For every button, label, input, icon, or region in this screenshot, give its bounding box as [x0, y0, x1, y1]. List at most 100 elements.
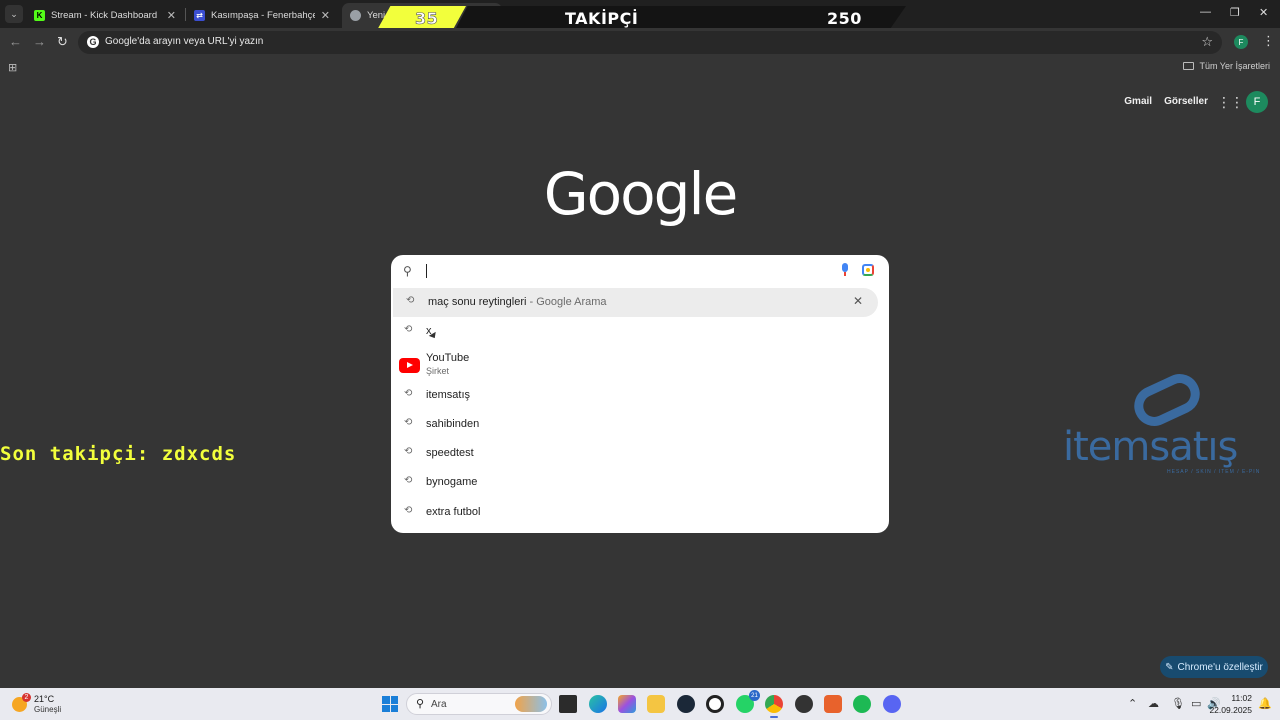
brand-wordmark: itemsatış [1063, 424, 1238, 470]
brand-tagline: HESAP / SKIN / ITEM / E-PIN [1167, 469, 1261, 475]
images-link[interactable]: Görseller [1164, 96, 1208, 107]
temperature: 21°C [34, 694, 55, 704]
tab-title: Kasımpaşa - Fenerbahçe canlı skor [211, 10, 315, 21]
taskbar-search-placeholder: Ara [431, 699, 447, 710]
minimize-button[interactable]: — [1200, 6, 1211, 18]
chrome-icon [350, 10, 361, 21]
suggestion-item-youtube[interactable]: YouTube Şirket [391, 346, 889, 379]
tab-kick-dashboard[interactable]: K Stream - Kick Dashboard ✕ [26, 3, 184, 28]
chevron-down-icon: ⌄ [10, 8, 18, 19]
suggestion-item[interactable]: ⟲ itemsatış [391, 381, 889, 410]
weather-condition: Güneşli [34, 705, 62, 714]
show-hidden-icons[interactable]: ⌃ [1128, 697, 1137, 710]
search-input[interactable]: ⚲ [391, 255, 889, 287]
tab-search-button[interactable]: ⌄ [5, 5, 23, 23]
taskbar-search[interactable]: ⚲ Ara [406, 693, 552, 715]
suggestion-text: bynogame [426, 476, 478, 488]
app-a-icon[interactable] [824, 695, 842, 713]
search-highlight-icon [515, 696, 547, 712]
window-close-button[interactable]: ✕ [1259, 6, 1268, 19]
match-icon: ⇄ [194, 10, 205, 21]
search-icon: ⚲ [416, 698, 425, 710]
history-icon: ⟲ [404, 475, 413, 486]
tab-kasimpasa-fenerbahce[interactable]: ⇄ Kasımpaşa - Fenerbahçe canlı skor ✕ [186, 3, 338, 28]
suggestion-item[interactable]: ⟲ speedtest [391, 439, 889, 468]
suggestion-text: maç sonu reytingleri [428, 296, 527, 308]
suggestion-text: speedtest [426, 447, 474, 459]
follower-count: 35 [415, 9, 439, 29]
restore-button[interactable]: ❐ [1230, 6, 1240, 19]
clock-time: 11:02 [1231, 693, 1252, 703]
close-icon[interactable]: ✕ [167, 9, 176, 22]
microphone-icon[interactable]: 🎙 [1171, 697, 1185, 710]
close-icon[interactable]: ✕ [321, 9, 330, 22]
tab-title: Stream - Kick Dashboard [51, 10, 158, 21]
youtube-icon [399, 358, 420, 373]
gmail-link[interactable]: Gmail [1124, 96, 1152, 107]
suggestion-text: YouTube [426, 352, 470, 364]
search-icon: ⚲ [403, 264, 412, 278]
profile-avatar-small[interactable]: F [1234, 35, 1248, 49]
reload-icon[interactable]: ↻ [57, 34, 68, 50]
google-lens-icon[interactable] [862, 264, 874, 276]
obs-icon[interactable] [706, 695, 724, 713]
suggestion-item[interactable]: ⟲ sahibinden [391, 410, 889, 439]
profile-avatar[interactable]: F [1246, 91, 1268, 113]
suggestion-item[interactable]: ⟲ maç sonu reytingleri - Google Arama ✕ [393, 288, 878, 341]
suggestion-text: x [426, 325, 432, 337]
address-placeholder: Google'da arayın veya URL'yi yazın [105, 36, 264, 47]
task-view-icon[interactable] [559, 695, 577, 713]
system-clock[interactable]: 11:02 22.09.2025 [1209, 692, 1252, 716]
clock-date: 22.09.2025 [1209, 705, 1252, 715]
history-icon: ⟲ [404, 505, 413, 516]
suggestion-subtitle: Şirket [426, 366, 450, 376]
itemsatis-logo: itemsatış HESAP / SKIN / ITEM / E-PIN [1063, 367, 1273, 476]
customize-chrome-button[interactable]: ✎ Chrome'u özelleştir [1160, 656, 1268, 678]
notification-bell-icon[interactable]: 🔔 [1258, 697, 1272, 710]
history-icon: ⟲ [404, 324, 413, 335]
taskbar: 2 21°C Güneşli ⚲ Ara 21 ⌃ ☁ 🎙 ▭ 🔊 11:02 … [0, 688, 1280, 720]
google-icon: G [87, 36, 99, 48]
remove-suggestion-icon[interactable]: ✕ [853, 294, 863, 308]
kick-icon: K [34, 10, 45, 21]
bookmarks-bar: ⊞ Tüm Yer İşaretleri [0, 56, 1280, 78]
steam-icon[interactable] [677, 695, 695, 713]
bookmark-star-icon[interactable]: ☆ [1201, 34, 1213, 50]
chrome-taskbar-icon[interactable] [765, 695, 783, 718]
game-app-icon[interactable] [795, 695, 813, 713]
file-explorer-icon[interactable] [647, 695, 665, 713]
search-suggestions-dropdown: ⚲ ⟲ maç sonu reytingleri - Google Arama … [391, 255, 889, 533]
suggestion-item[interactable]: ⟲ extra futbol [391, 498, 889, 527]
goal-value: 250 [827, 9, 862, 28]
address-bar[interactable]: G Google'da arayın veya URL'yi yazın ☆ [78, 31, 1222, 54]
onedrive-icon[interactable]: ☁ [1148, 697, 1159, 710]
customize-label: Chrome'u özelleştir [1177, 661, 1263, 673]
suggestion-source: - Google Arama [526, 296, 607, 308]
network-icon[interactable]: ▭ [1191, 697, 1201, 710]
windows-start-icon[interactable] [382, 696, 398, 712]
all-bookmarks-button[interactable]: Tüm Yer İşaretleri [1183, 61, 1270, 71]
folder-icon [1183, 62, 1195, 70]
discord-icon[interactable] [883, 695, 901, 713]
forward-icon[interactable]: → [33, 34, 46, 49]
apps-grid-icon[interactable]: ⊞ [8, 61, 17, 74]
history-icon: ⟲ [404, 417, 413, 428]
more-menu-icon[interactable]: ⋮ [1262, 33, 1275, 49]
edge-icon[interactable] [589, 695, 607, 713]
all-bookmarks-label: Tüm Yer İşaretleri [1199, 61, 1270, 71]
copilot-icon[interactable] [618, 695, 636, 713]
last-follower-overlay: Son takipçi: zdxcds [0, 443, 237, 465]
back-icon[interactable]: ← [9, 34, 22, 49]
history-icon: ⟲ [404, 388, 413, 399]
suggestion-item[interactable]: ⟲ bynogame [391, 468, 889, 497]
voice-search-icon[interactable] [841, 263, 849, 276]
ntp-top-links: Gmail Görseller [1124, 96, 1208, 107]
spotify-icon[interactable] [853, 695, 871, 713]
whatsapp-icon[interactable]: 21 [736, 690, 760, 713]
whatsapp-badge: 21 [749, 690, 760, 701]
text-caret [426, 264, 427, 278]
suggestion-item[interactable]: ⟲ x [391, 317, 889, 346]
history-icon: ⟲ [406, 295, 415, 306]
history-icon: ⟲ [404, 446, 413, 457]
weather-badge: 2 [22, 693, 31, 702]
